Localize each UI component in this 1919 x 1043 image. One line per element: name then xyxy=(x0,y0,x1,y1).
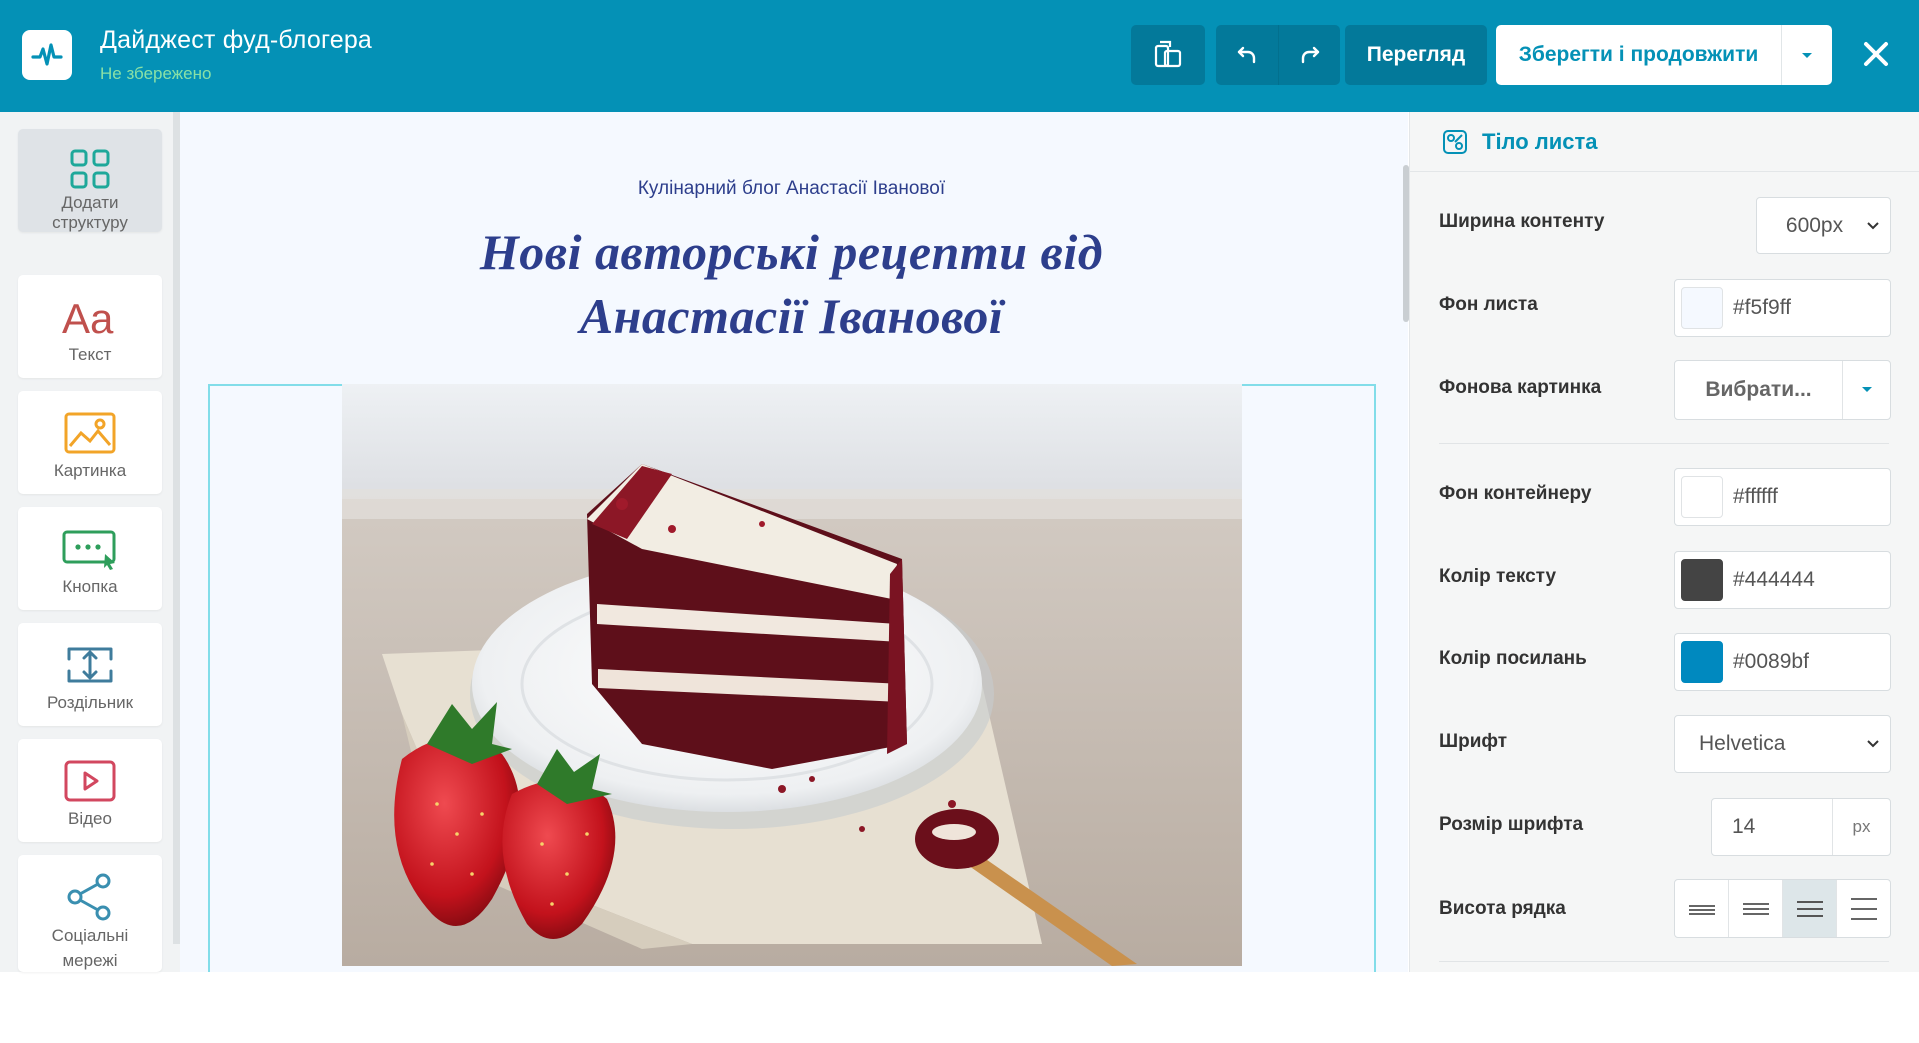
tool-label: Картинка xyxy=(53,461,127,480)
button-tool[interactable]: Кнопка xyxy=(18,507,162,610)
font-size-label: Розмір шрифта xyxy=(1439,814,1584,835)
bg-image-label: Фонова картинка xyxy=(1439,377,1602,398)
heading-line: Анастасії Іванової xyxy=(579,288,1004,344)
document-title[interactable]: Дайджест фуд-блогера xyxy=(100,26,372,55)
tool-label: Додати структуру xyxy=(52,193,128,232)
container-bg-label: Фон контейнеру xyxy=(1439,483,1592,504)
font-select[interactable]: Helvetica xyxy=(1674,715,1891,773)
divider-icon xyxy=(67,647,113,683)
caret-down-icon xyxy=(1861,387,1872,392)
cake-photo[interactable] xyxy=(342,384,1242,966)
line-height-label: Висота рядка xyxy=(1439,898,1566,919)
font-size-field: 14 px xyxy=(1711,798,1891,856)
tool-label: Текст xyxy=(68,345,112,364)
pulse-icon xyxy=(31,43,63,66)
link-color-label: Колір посилань xyxy=(1439,648,1587,669)
grid-icon xyxy=(70,149,110,189)
line-height-relaxed-icon xyxy=(1796,900,1823,917)
line-height-loose-icon xyxy=(1850,897,1877,920)
preview-button[interactable]: Перегляд xyxy=(1345,25,1487,85)
heading-line: Нові авторські рецепти від xyxy=(479,224,1104,280)
text-color-field[interactable]: #444444 xyxy=(1674,551,1891,609)
page-bg-color-field[interactable]: #f5f9ff xyxy=(1674,279,1891,337)
red-velvet-cake-image xyxy=(342,384,1242,966)
add-structure-tool[interactable]: Додати структуру xyxy=(18,129,162,232)
layers-button[interactable] xyxy=(1131,25,1205,85)
font-label: Шрифт xyxy=(1439,731,1508,752)
text-icon: Aa xyxy=(62,295,114,341)
tool-label: Відео xyxy=(68,809,112,828)
panel-divider xyxy=(1439,443,1889,444)
save-status: Не збережено xyxy=(100,64,212,83)
text-tool[interactable]: Aa Текст xyxy=(18,275,162,378)
email-body-icon xyxy=(1442,129,1468,155)
line-height-loose[interactable] xyxy=(1837,880,1890,937)
top-toolbar: Дайджест фуд-блогера Не збережено Перегл… xyxy=(0,0,1919,112)
container-bg-swatch[interactable] xyxy=(1681,476,1723,518)
page-bg-swatch[interactable] xyxy=(1681,287,1723,329)
redo-button[interactable] xyxy=(1278,25,1340,85)
panel-header: Тіло листа xyxy=(1410,112,1919,172)
app-logo[interactable] xyxy=(22,30,72,80)
font-size-unit: px xyxy=(1832,799,1890,855)
tool-label: Кнопка xyxy=(62,577,118,596)
page-bg-label: Фон листа xyxy=(1439,294,1538,315)
button-icon xyxy=(62,530,116,570)
font-value: Helvetica xyxy=(1699,732,1786,755)
line-height-relaxed[interactable] xyxy=(1783,880,1837,937)
blocks-sidebar: Додати структуру Aa Текст Картинка Кнопк… xyxy=(0,112,180,972)
redo-icon xyxy=(1301,46,1319,64)
line-height-compact[interactable] xyxy=(1675,880,1729,937)
line-height-options xyxy=(1674,879,1891,938)
bg-image-dropdown[interactable] xyxy=(1843,386,1890,394)
blog-heading[interactable]: Нові авторські рецепти від Анастасії Іва… xyxy=(180,220,1403,348)
bg-image-picker: Вибрати... xyxy=(1674,360,1891,420)
bg-image-choose-button[interactable]: Вибрати... xyxy=(1675,361,1843,419)
close-button[interactable] xyxy=(1856,34,1896,74)
link-color-field[interactable]: #0089bf xyxy=(1674,633,1891,691)
close-icon xyxy=(1864,42,1888,66)
save-continue-split-button: Зберегти і продовжити xyxy=(1496,25,1832,85)
social-tool[interactable]: Соціальні мережі xyxy=(18,855,162,972)
image-icon xyxy=(64,412,116,454)
image-tool[interactable]: Картинка xyxy=(18,391,162,494)
undo-button[interactable] xyxy=(1216,25,1278,85)
video-icon xyxy=(64,760,116,802)
container-bg-color-field[interactable]: #ffffff xyxy=(1674,468,1891,526)
svg-text:Aa: Aa xyxy=(62,295,114,341)
line-height-tight-icon xyxy=(1688,904,1715,915)
undo-icon xyxy=(1237,46,1256,64)
chevron-down-icon xyxy=(1866,221,1880,231)
content-width-label: Ширина контенту xyxy=(1439,211,1605,232)
container-bg-value: #ffffff xyxy=(1733,485,1778,508)
save-options-dropdown[interactable] xyxy=(1782,25,1832,85)
text-color-swatch[interactable] xyxy=(1681,559,1723,601)
divider-tool[interactable]: Роздільник xyxy=(18,623,162,726)
line-height-normal-icon xyxy=(1742,902,1769,915)
chevron-down-icon xyxy=(1866,739,1880,749)
share-icon xyxy=(67,873,111,921)
link-color-value: #0089bf xyxy=(1733,650,1809,673)
content-width-value: 600px xyxy=(1785,213,1844,237)
tool-label: Роздільник xyxy=(46,693,134,712)
font-size-input[interactable]: 14 xyxy=(1732,815,1832,839)
link-color-swatch[interactable] xyxy=(1681,641,1723,683)
save-continue-button[interactable]: Зберегти і продовжити xyxy=(1496,25,1782,85)
email-canvas[interactable]: Кулінарний блог Анастасії Іванової Нові … xyxy=(180,112,1408,972)
text-color-value: #444444 xyxy=(1733,568,1815,591)
tool-label: Соціальні мережі xyxy=(51,926,129,970)
blog-subtitle[interactable]: Кулінарний блог Анастасії Іванової xyxy=(180,178,1403,200)
panel-title: Тіло листа xyxy=(1482,128,1598,154)
sidebar-scrollbar[interactable] xyxy=(173,112,180,944)
caret-down-icon xyxy=(1802,53,1812,58)
page-bg-value: #f5f9ff xyxy=(1733,296,1791,319)
layers-icon xyxy=(1154,40,1182,68)
line-height-normal[interactable] xyxy=(1729,880,1783,937)
content-width-select[interactable]: 600px xyxy=(1756,197,1891,254)
panel-divider xyxy=(1439,961,1889,962)
bg-image-choose-label: Вибрати... xyxy=(1705,378,1812,401)
video-tool[interactable]: Відео xyxy=(18,739,162,842)
text-color-label: Колір тексту xyxy=(1439,566,1557,587)
